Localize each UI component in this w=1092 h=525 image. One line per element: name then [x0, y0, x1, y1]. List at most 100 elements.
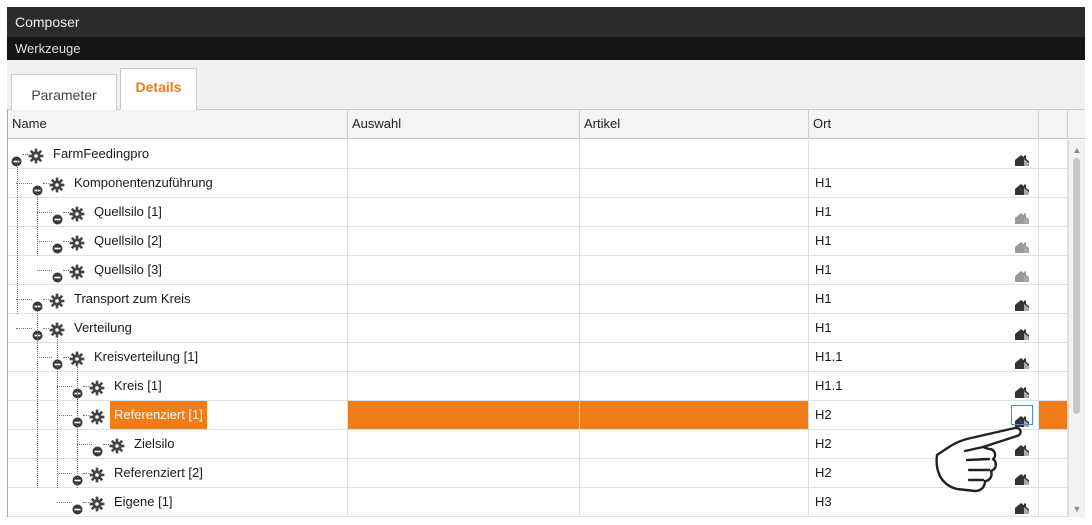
- extra-cell: [1039, 169, 1068, 197]
- tree-guide-line: [37, 306, 38, 488]
- auswahl-cell[interactable]: [348, 140, 580, 168]
- gear-icon: [69, 204, 85, 222]
- expander-icon[interactable]: [32, 294, 43, 312]
- artikel-cell[interactable]: [580, 198, 809, 226]
- node-label[interactable]: Zielsilo: [134, 430, 174, 458]
- house-icon[interactable]: [1015, 351, 1029, 369]
- tree-guide-line: [57, 335, 58, 488]
- tab-details[interactable]: Details: [120, 68, 197, 111]
- artikel-cell[interactable]: [580, 169, 809, 197]
- house-icon[interactable]: [1015, 293, 1029, 311]
- artikel-cell[interactable]: [580, 285, 809, 313]
- expander-icon[interactable]: [72, 497, 83, 515]
- house-icon[interactable]: [1015, 206, 1029, 224]
- ort-cell[interactable]: [809, 140, 1039, 168]
- table-row[interactable]: Referenziert [2] H2: [8, 459, 1085, 488]
- auswahl-cell[interactable]: [348, 227, 580, 255]
- table-row[interactable]: Verteilung H1: [8, 314, 1085, 343]
- artikel-cell[interactable]: [580, 459, 809, 487]
- expander-icon[interactable]: [92, 439, 103, 457]
- table-row[interactable]: Zielsilo H2: [8, 430, 1085, 459]
- auswahl-cell[interactable]: [348, 314, 580, 342]
- node-label[interactable]: Transport zum Kreis: [74, 285, 191, 313]
- artikel-cell[interactable]: [580, 227, 809, 255]
- artikel-cell[interactable]: [580, 430, 809, 458]
- ort-cell[interactable]: H1: [809, 169, 1039, 197]
- table-row[interactable]: Quellsilo [1] H1: [8, 198, 1085, 227]
- node-label[interactable]: Eigene [1]: [114, 488, 173, 516]
- vertical-scrollbar[interactable]: ▲ ▼: [1068, 140, 1085, 517]
- ort-cell[interactable]: H1: [809, 256, 1039, 284]
- house-icon[interactable]: [1015, 148, 1029, 166]
- auswahl-cell[interactable]: [348, 256, 580, 284]
- node-label[interactable]: Quellsilo [1]: [94, 198, 162, 226]
- table-row[interactable]: Kreis [1] H1.1: [8, 372, 1085, 401]
- expander-icon[interactable]: [52, 207, 63, 225]
- tab-parameter[interactable]: Parameter: [11, 74, 117, 110]
- artikel-cell[interactable]: [580, 256, 809, 284]
- auswahl-cell[interactable]: [348, 198, 580, 226]
- window-title: Composer: [15, 14, 80, 30]
- tree-connector: [16, 299, 32, 301]
- table-row[interactable]: Quellsilo [3] H1: [8, 256, 1085, 285]
- node-label[interactable]: Kreis [1]: [114, 372, 162, 400]
- auswahl-cell[interactable]: [348, 285, 580, 313]
- node-label[interactable]: Komponentenzuführung: [74, 169, 213, 197]
- artikel-cell[interactable]: [580, 401, 809, 429]
- auswahl-cell[interactable]: [348, 430, 580, 458]
- table-row[interactable]: Referenziert [1] H2: [8, 401, 1085, 430]
- column-header-ort[interactable]: Ort: [809, 110, 1039, 138]
- table-row[interactable]: FarmFeedingpro: [8, 140, 1085, 169]
- node-label[interactable]: FarmFeedingpro: [53, 140, 149, 168]
- expander-icon[interactable]: [11, 149, 22, 167]
- house-icon[interactable]: [1015, 264, 1029, 282]
- house-icon[interactable]: [1015, 177, 1029, 195]
- ort-cell[interactable]: H1: [809, 198, 1039, 226]
- house-icon[interactable]: [1015, 235, 1029, 253]
- scrollbar-thumb[interactable]: [1073, 158, 1080, 414]
- gear-icon: [28, 146, 44, 164]
- node-label[interactable]: Referenziert [2]: [114, 459, 203, 487]
- table-row[interactable]: Quellsilo [2] H1: [8, 227, 1085, 256]
- column-header-artikel[interactable]: Artikel: [580, 110, 809, 138]
- auswahl-cell[interactable]: [348, 169, 580, 197]
- auswahl-cell[interactable]: [348, 372, 580, 400]
- column-header-auswahl[interactable]: Auswahl: [348, 110, 580, 138]
- ort-cell[interactable]: H1: [809, 227, 1039, 255]
- tree-connector: [57, 473, 72, 475]
- auswahl-cell[interactable]: [348, 488, 580, 516]
- menu-werkzeuge[interactable]: Werkzeuge: [15, 41, 81, 56]
- artikel-cell[interactable]: [580, 314, 809, 342]
- extra-cell: [1039, 256, 1068, 284]
- artikel-cell[interactable]: [580, 343, 809, 371]
- ort-cell[interactable]: H1: [809, 314, 1039, 342]
- table-row[interactable]: Eigene [1] H3: [8, 488, 1085, 517]
- scroll-up-icon[interactable]: ▲: [1069, 142, 1085, 158]
- expander-icon[interactable]: [52, 236, 63, 254]
- table-row[interactable]: Transport zum Kreis H1: [8, 285, 1085, 314]
- table-row[interactable]: Kreisverteilung [1] H1.1: [8, 343, 1085, 372]
- node-label[interactable]: Kreisverteilung [1]: [94, 343, 198, 371]
- column-header-name[interactable]: Name: [8, 110, 348, 138]
- artikel-cell[interactable]: [580, 140, 809, 168]
- ort-cell[interactable]: H1.1: [809, 372, 1039, 400]
- node-label[interactable]: Referenziert [1]: [110, 401, 207, 429]
- auswahl-cell[interactable]: [348, 459, 580, 487]
- node-label[interactable]: Verteilung: [74, 314, 132, 342]
- node-label[interactable]: Quellsilo [3]: [94, 256, 162, 284]
- scroll-down-icon[interactable]: ▼: [1069, 501, 1085, 517]
- artikel-cell[interactable]: [580, 488, 809, 516]
- auswahl-cell[interactable]: [348, 401, 580, 429]
- ort-cell[interactable]: H1.1: [809, 343, 1039, 371]
- ort-cell[interactable]: H1: [809, 285, 1039, 313]
- expander-icon[interactable]: [52, 265, 63, 283]
- house-icon[interactable]: [1015, 322, 1029, 340]
- ort-value: H1: [815, 204, 832, 219]
- table-row[interactable]: Komponentenzuführung H1: [8, 169, 1085, 198]
- auswahl-cell[interactable]: [348, 343, 580, 371]
- node-label[interactable]: Quellsilo [2]: [94, 227, 162, 255]
- artikel-cell[interactable]: [580, 372, 809, 400]
- house-icon[interactable]: [1015, 380, 1029, 398]
- extra-cell: [1039, 314, 1068, 342]
- expander-icon[interactable]: [32, 178, 43, 196]
